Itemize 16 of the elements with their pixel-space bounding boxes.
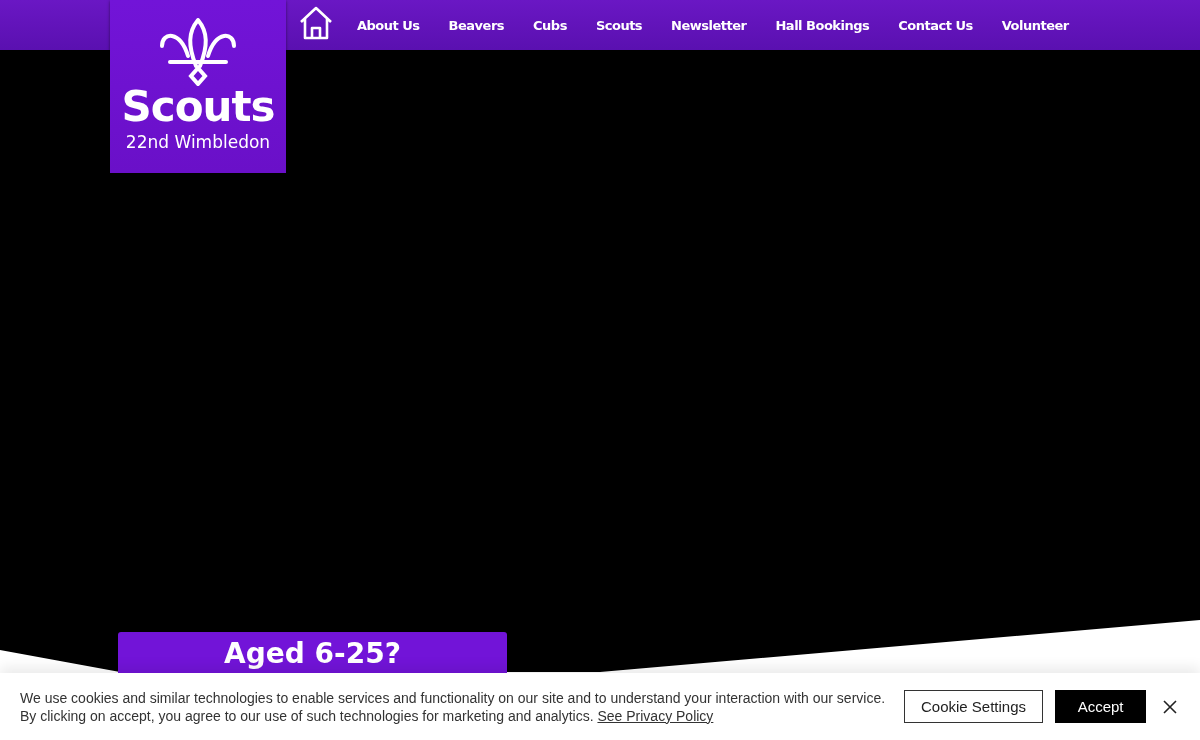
cookie-text: By clicking on accept, you agree to our use of such technologies for marketing and analytics. See Privacy Policy [20, 706, 715, 725]
nav-link[interactable]: Hall Bookings [775, 17, 870, 33]
nav-link[interactable]: Beavers [448, 17, 505, 33]
nav-link[interactable]: Contact Us [898, 17, 973, 33]
logo-subtitle: 22nd Wimbledon [125, 132, 271, 152]
nav-link[interactable]: Scouts [595, 17, 643, 33]
card-heading: Aged 6-25? [224, 638, 401, 670]
privacy-policy-link[interactable]: See Privacy Policy [597, 707, 714, 724]
logo-title: Scouts [121, 84, 275, 130]
nav-link[interactable]: Volunteer [1001, 17, 1069, 33]
accept-button[interactable]: Accept [1055, 690, 1147, 723]
logo[interactable]: Scouts 22nd Wimbledon [110, 0, 286, 173]
nav-link[interactable]: Newsletter [671, 17, 747, 33]
nav-link[interactable]: Cubs [533, 17, 567, 33]
nav-link[interactable]: About Us [357, 17, 420, 33]
cookie-settings-button[interactable]: Cookie Settings [904, 690, 1044, 723]
